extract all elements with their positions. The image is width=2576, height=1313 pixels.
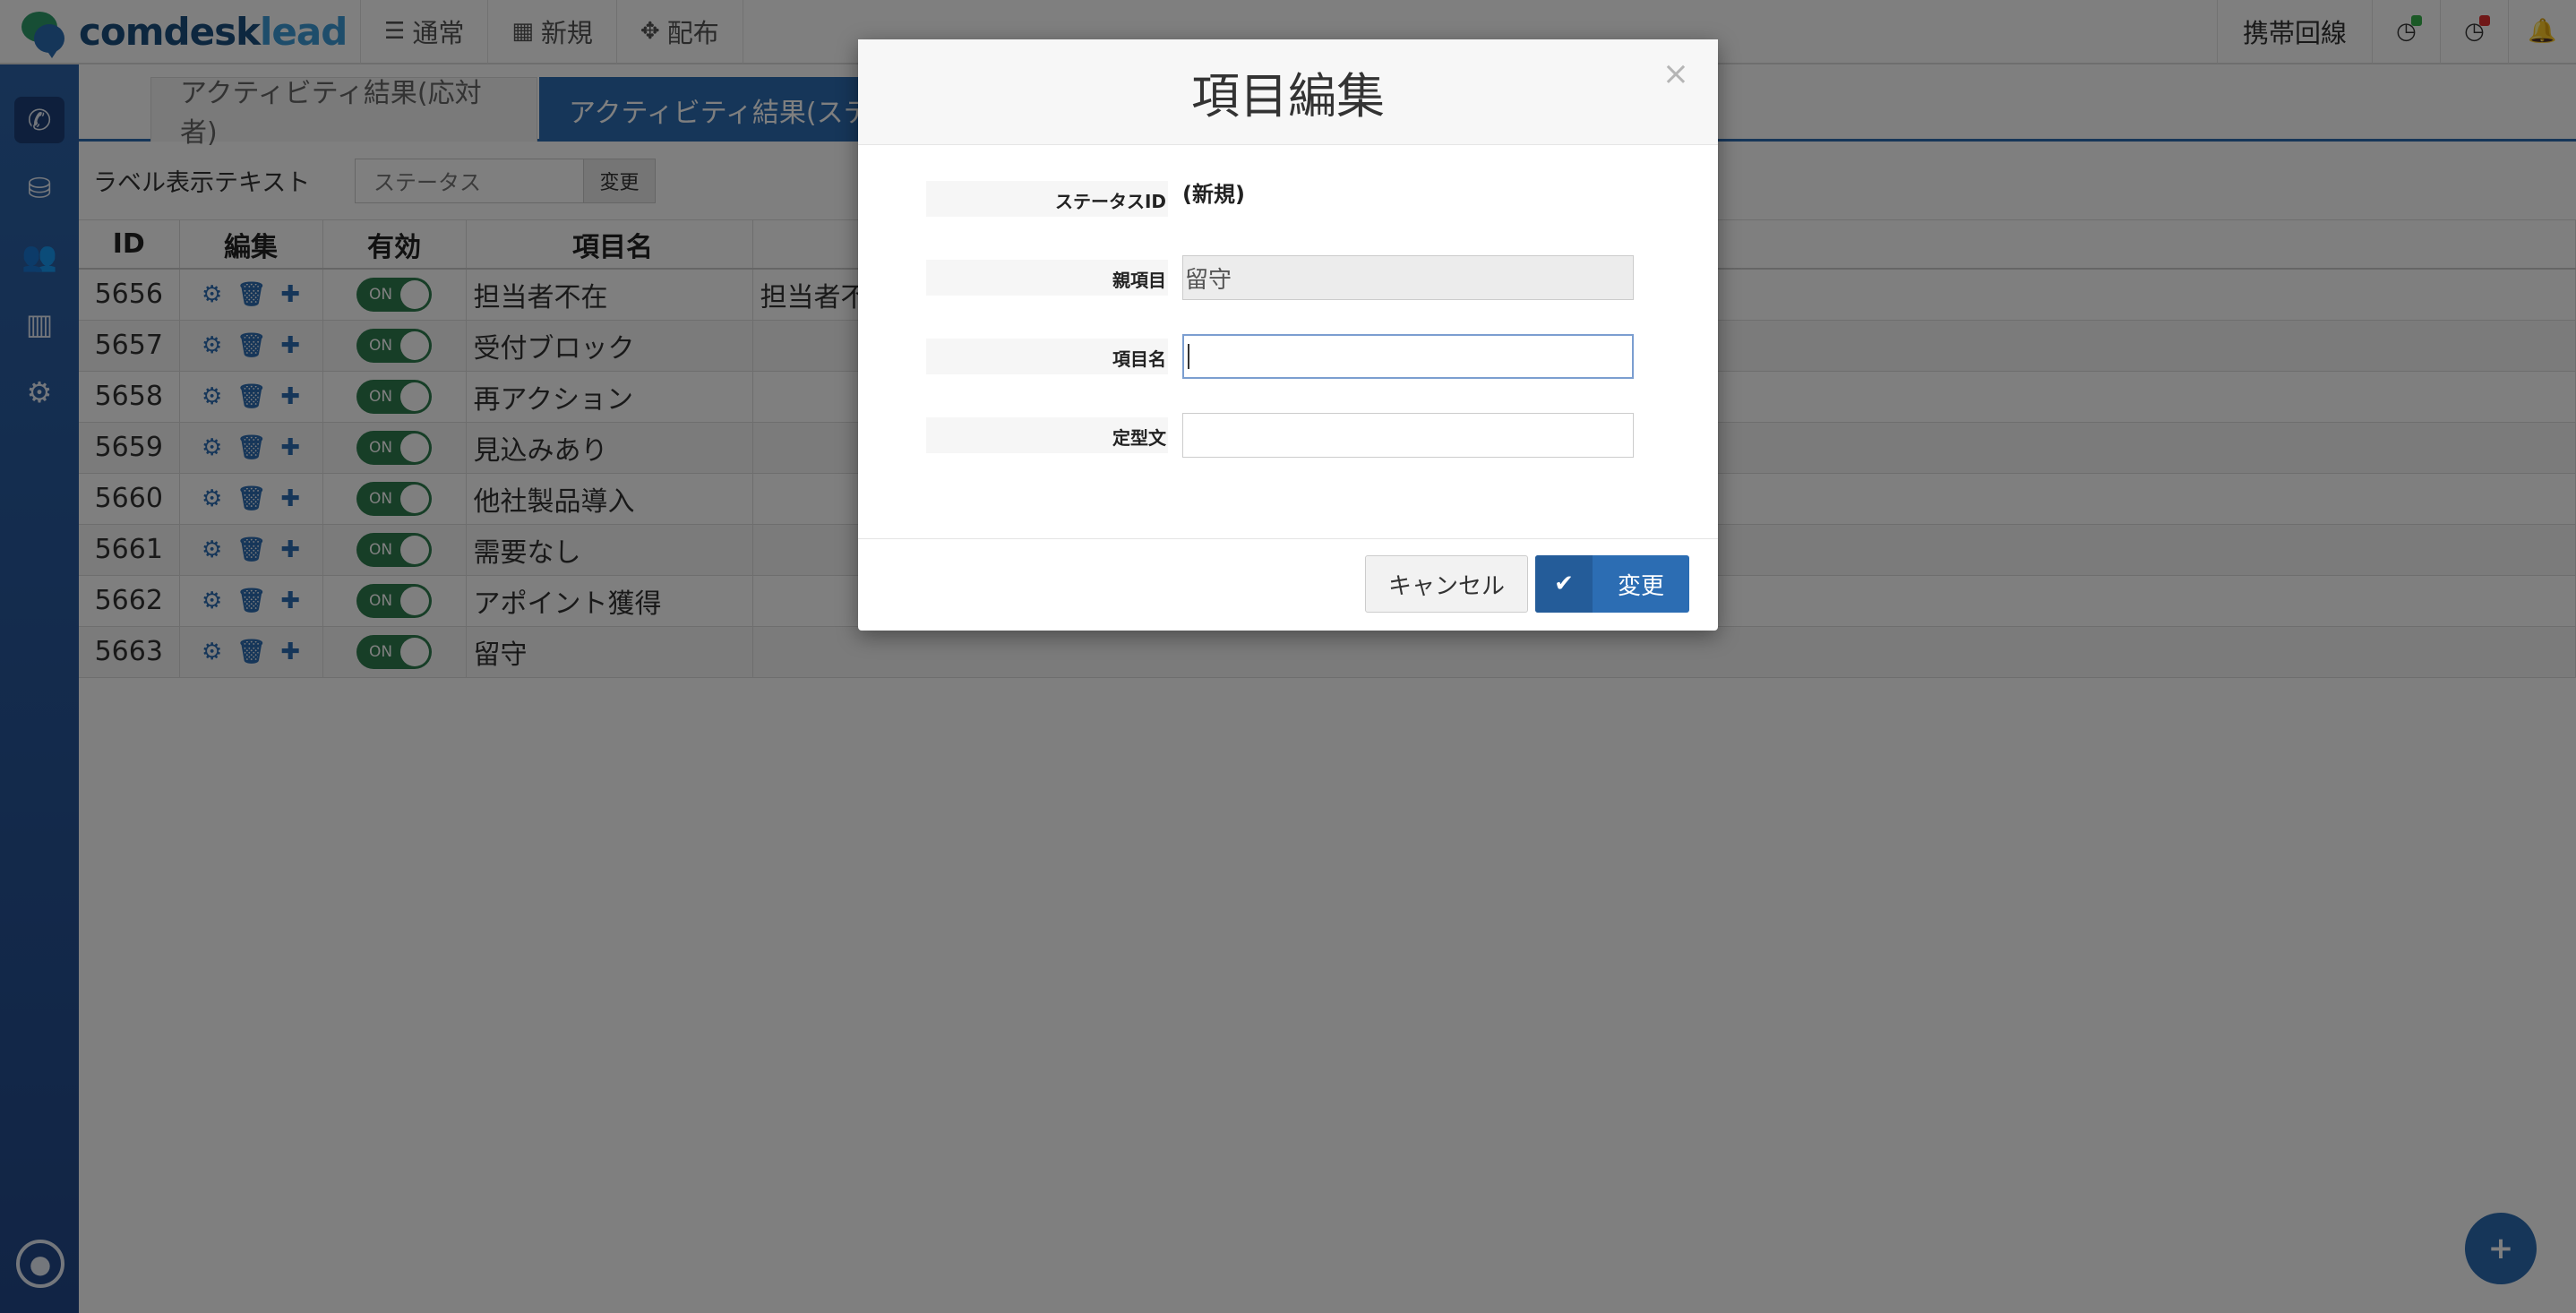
field-label: ステータスID — [926, 181, 1168, 217]
modal-header: 項目編集 × — [858, 39, 1718, 145]
close-icon[interactable]: × — [1662, 56, 1689, 92]
field-status-id: ステータスID (新規) — [926, 176, 1718, 222]
modal-title: 項目編集 — [1191, 68, 1385, 124]
modal-footer: キャンセル ✔ 変更 — [858, 539, 1718, 629]
item-name-input[interactable] — [1182, 334, 1634, 379]
field-label: 項目名 — [926, 339, 1168, 374]
field-template: 定型文 — [926, 412, 1718, 459]
text-caret — [1188, 344, 1189, 369]
app-root: comdesklead ☰ 通常 ▦ 新規 ✥ 配布 携帯回線 ◷ ◷ — [0, 0, 2576, 1313]
status-id-value: (新規) — [1182, 181, 1245, 207]
parent-item-field: 留守 — [1182, 255, 1634, 300]
cancel-button[interactable]: キャンセル — [1365, 555, 1528, 613]
check-icon: ✔ — [1535, 555, 1593, 613]
modal-body: ステータスID (新規) 親項目 留守 項目名 定型文 — [858, 145, 1718, 539]
edit-item-modal: 項目編集 × ステータスID (新規) 親項目 留守 項目名 定型文 キャンセル… — [858, 39, 1718, 631]
submit-change-button[interactable]: ✔ 変更 — [1535, 555, 1689, 613]
submit-label: 変更 — [1617, 572, 1664, 600]
field-label: 定型文 — [926, 417, 1168, 453]
field-name: 項目名 — [926, 333, 1718, 380]
template-text-input[interactable] — [1182, 413, 1634, 458]
field-parent: 親項目 留守 — [926, 254, 1718, 301]
field-label: 親項目 — [926, 260, 1168, 296]
